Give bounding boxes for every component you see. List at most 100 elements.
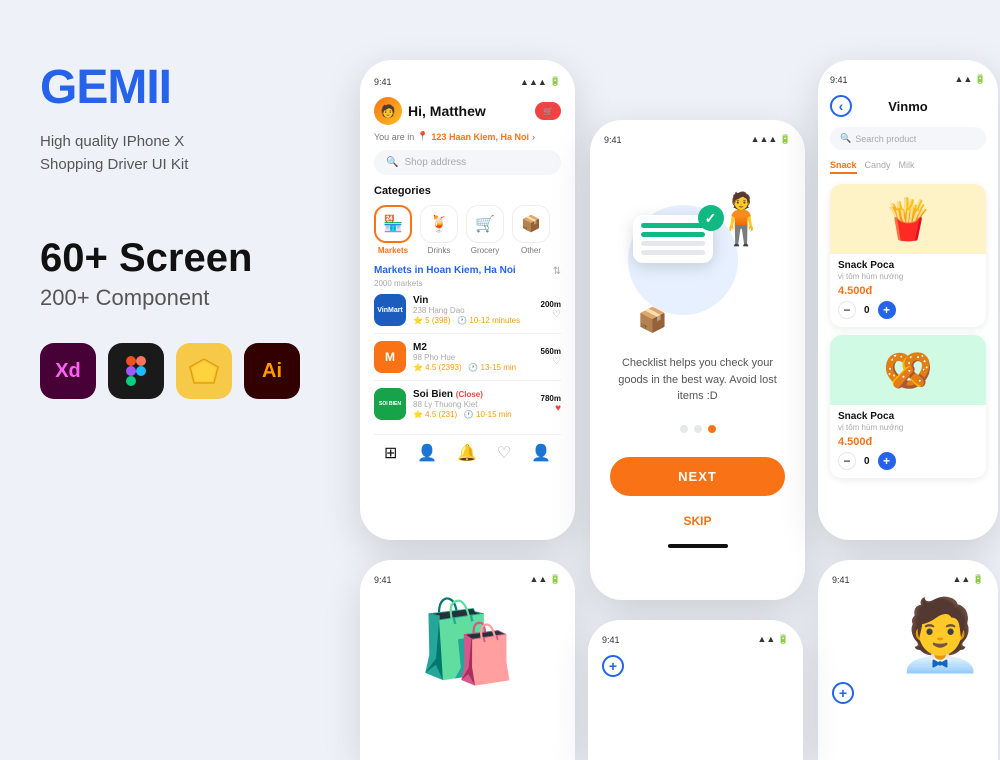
market-card-vin[interactable]: VinMart Vin 238 Hang Dao ⭐ 5 (398) 🕐 10-…: [374, 294, 561, 334]
product-sub-1: vị tôm hùm nướng: [838, 272, 978, 281]
dot-2: [694, 425, 702, 433]
market-dist-vin: 200m ♡: [541, 300, 561, 320]
qty-row-1: − 0 +: [838, 301, 978, 319]
product-search[interactable]: 🔍 Search product: [830, 127, 986, 150]
home-indicator: [668, 544, 728, 548]
tool-figma: [108, 343, 164, 399]
product-card-2[interactable]: 🥨 Snack Poca vị tôm hùm nướng 4.500đ − 0…: [830, 335, 986, 478]
bottom-nav: ⊞ 👤 🔔 ♡ 👤: [374, 434, 561, 463]
screen-count: 60+ Screen: [40, 236, 320, 281]
product-name-1: Snack Poca: [838, 260, 978, 271]
qty-decrease-2[interactable]: −: [838, 452, 856, 470]
location-link[interactable]: 123 Haan Kiem, Ha Noi: [431, 132, 529, 142]
search-placeholder: Shop address: [404, 157, 466, 168]
nav-bell[interactable]: 🔔: [457, 443, 477, 463]
market-info-vin: Vin 238 Hang Dao ⭐ 5 (398) 🕐 10-12 minut…: [413, 295, 534, 325]
store-header: ‹ Vinmo: [830, 95, 986, 117]
cat-other[interactable]: 📦 Other: [512, 205, 550, 255]
phone-bottom-right: 9:41 ▲▲ 🔋 🧑‍💼 +: [818, 560, 998, 760]
product-price-2: 4.500đ: [838, 436, 978, 448]
brand-logo: GEMII: [40, 60, 320, 115]
shopping-illustration: 🛍️: [374, 595, 561, 689]
time-3: 9:41: [830, 75, 848, 85]
cat-grocery-icon: 🛒: [466, 205, 504, 243]
nav-profile[interactable]: 👤: [417, 443, 437, 463]
user-avatar: 🧑: [374, 97, 402, 125]
product-details-1: Snack Poca vị tôm hùm nướng 4.500đ − 0 +: [830, 254, 986, 327]
nav-heart[interactable]: ♡: [497, 443, 511, 463]
cat-drinks-label: Drinks: [428, 246, 451, 255]
market-card-soibien[interactable]: SOI BIEN Soi Bien (Close) 88 Ly Thuong K…: [374, 388, 561, 427]
market-dist-m2: 560m ♡: [541, 347, 561, 367]
cat-markets[interactable]: 🏪 Markets: [374, 205, 412, 255]
status-bar-5: 9:41 ▲▲ 🔋: [832, 574, 984, 585]
cat-other-label: Other: [521, 246, 541, 255]
delivery-illustration: 🧍: [710, 190, 772, 249]
progress-dots: [680, 425, 716, 433]
tool-sketch: [176, 343, 232, 399]
dot-1: [680, 425, 688, 433]
filter-candy[interactable]: Candy: [865, 158, 891, 174]
search-product-placeholder: Search product: [855, 134, 916, 144]
filter-milk[interactable]: Milk: [899, 158, 915, 174]
location-prefix: You are in: [374, 132, 414, 142]
tagline-line1: High quality IPhone X: [40, 133, 184, 150]
markets-section-title: Markets in Hoan Kiem, Ha Noi: [374, 265, 516, 276]
search-bar[interactable]: 🔍 Shop address: [374, 150, 561, 175]
phone-bottom-left: 9:41 ▲▲ 🔋 🛍️: [360, 560, 575, 760]
markets-count: 2000 markets: [374, 279, 561, 288]
notification-button[interactable]: 🛒: [535, 102, 561, 120]
market-card-m2[interactable]: M M2 98 Pho Hue ⭐ 4.5 (2393) 🕐 13-15 min…: [374, 341, 561, 381]
location-row: You are in 📍 123 Haan Kiem, Ha Noi ›: [374, 131, 561, 142]
categories-title: Categories: [374, 185, 561, 197]
market-logo-soibien: SOI BIEN: [374, 388, 406, 420]
back-button[interactable]: ‹: [830, 95, 852, 117]
nav-home[interactable]: ⊞: [384, 443, 397, 463]
product-card-1[interactable]: 🍟 Snack Poca vị tôm hùm nướng 4.500đ − 0…: [830, 184, 986, 327]
phone-bottom-center: 9:41 ▲▲ 🔋 +: [588, 620, 803, 760]
qty-val-1: 0: [864, 305, 870, 316]
status-bar-4: 9:41 ▲▲ 🔋: [374, 574, 561, 585]
delivery-illustration-bottom: 🧑‍💼: [832, 595, 984, 677]
cat-other-icon: 📦: [512, 205, 550, 243]
qty-decrease-1[interactable]: −: [838, 301, 856, 319]
status-bar-1: 9:41 ▲▲▲ 🔋: [374, 76, 561, 87]
tool-ai: Ai: [244, 343, 300, 399]
back-btn-6[interactable]: +: [602, 655, 624, 677]
market-info-soibien: Soi Bien (Close) 88 Ly Thuong Kiet ⭐ 4.5…: [413, 389, 534, 419]
greeting-row: 🧑 Hi, Matthew 🛒: [374, 97, 561, 125]
product-name-2: Snack Poca: [838, 411, 978, 422]
checklist-illustration: ✓ 🧍 📦: [618, 185, 778, 345]
market-logo-m2: M: [374, 341, 406, 373]
greeting-text: Hi, Matthew: [408, 103, 486, 119]
left-panel: GEMII High quality IPhone X Shopping Dri…: [40, 60, 320, 399]
status-icons-1: ▲▲▲ 🔋: [520, 76, 561, 87]
qty-val-2: 0: [864, 456, 870, 467]
tagline-line2: Shopping Driver UI Kit: [40, 156, 188, 173]
qty-increase-1[interactable]: +: [878, 301, 896, 319]
tagline: High quality IPhone X Shopping Driver UI…: [40, 131, 320, 176]
dot-3-active: [708, 425, 716, 433]
filter-tabs: Snack Candy Milk: [830, 158, 986, 174]
product-sub-2: vị tôm hùm nướng: [838, 423, 978, 432]
product-price-1: 4.500đ: [838, 285, 978, 297]
cat-grocery-label: Grocery: [471, 246, 499, 255]
tool-xd: Xd: [40, 343, 96, 399]
next-button[interactable]: NEXT: [610, 457, 785, 496]
component-count: 200+ Component: [40, 285, 320, 311]
qty-increase-2[interactable]: +: [878, 452, 896, 470]
market-logo-vin: VinMart: [374, 294, 406, 326]
phone-main-shopping: 9:41 ▲▲▲ 🔋 🧑 Hi, Matthew 🛒 You are in 📍 …: [360, 60, 575, 540]
cat-drinks[interactable]: 🍹 Drinks: [420, 205, 458, 255]
tools-row: Xd Ai: [40, 343, 320, 399]
store-name: Vinmo: [888, 99, 928, 114]
filter-snack[interactable]: Snack: [830, 158, 857, 174]
skip-button[interactable]: SKIP: [610, 506, 785, 536]
add-button-bottom[interactable]: +: [832, 682, 854, 704]
qty-row-2: − 0 +: [838, 452, 978, 470]
market-info-m2: M2 98 Pho Hue ⭐ 4.5 (2393) 🕐 13-15 min: [413, 342, 534, 372]
cat-drinks-icon: 🍹: [420, 205, 458, 243]
nav-user[interactable]: 👤: [531, 443, 551, 463]
cat-markets-label: Markets: [378, 246, 408, 255]
cat-grocery[interactable]: 🛒 Grocery: [466, 205, 504, 255]
